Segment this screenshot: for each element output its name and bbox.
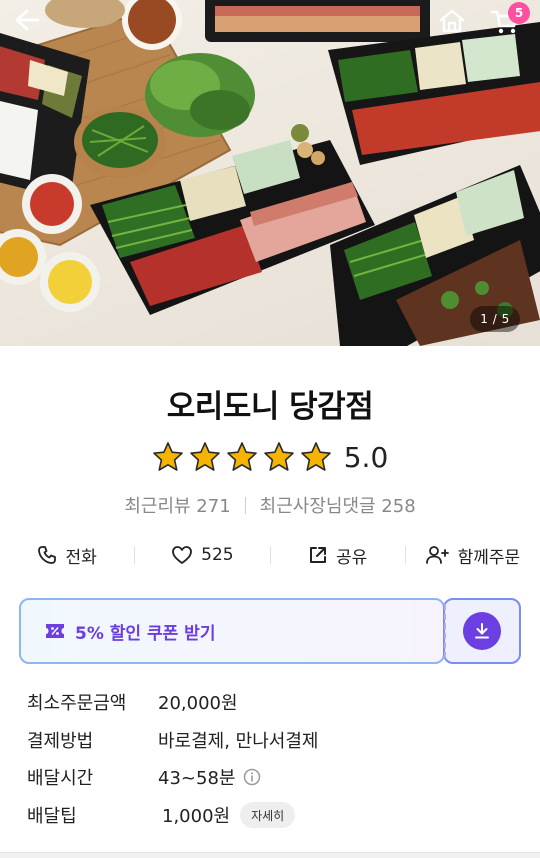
delivery-time-label: 배달시간 — [27, 768, 94, 789]
min-order-value: 20,000원 — [158, 693, 238, 714]
coupon-banner: 5% 할인 쿠폰 받기 — [19, 598, 521, 664]
like-button[interactable]: 525 — [135, 536, 269, 574]
payment-row: 결제방법 바로결제, 만나서결제 — [27, 724, 527, 756]
add-person-icon — [425, 546, 449, 564]
share-label: 공유 — [335, 547, 368, 568]
coupon-perforation — [444, 604, 446, 658]
delivery-tip-label: 배달팁 — [27, 806, 77, 827]
arrow-left-icon — [15, 9, 40, 31]
section-divider — [0, 852, 540, 858]
home-icon — [439, 9, 465, 33]
coupon-label: 5% 할인 쿠폰 받기 — [75, 623, 216, 644]
delivery-time-row: 배달시간 43~58분 — [27, 761, 527, 793]
payment-value: 바로결제, 만나서결제 — [158, 731, 319, 752]
chive-bowl — [74, 106, 166, 178]
action-bar: 전화 525 공유 함께주문 — [0, 536, 540, 574]
star-icon — [152, 442, 183, 471]
download-icon — [475, 623, 489, 639]
store-name: 오리도니 당감점 — [166, 389, 374, 425]
review-meta: 최근리뷰 271 최근사장님댓글 258 — [0, 492, 540, 518]
tray-top-center — [205, 0, 430, 42]
phone-icon — [38, 546, 57, 564]
rating-value: 5.0 — [343, 440, 389, 474]
delivery-time-value: 43~58분 — [158, 768, 236, 789]
back-button[interactable] — [14, 8, 52, 42]
recent-review-count[interactable]: 최근리뷰 271 — [124, 492, 230, 518]
cart-count-badge: 5 — [508, 2, 530, 24]
rating-stars — [152, 441, 332, 473]
discount-ticket-icon — [46, 624, 64, 638]
tray-top-right — [328, 22, 540, 165]
owner-reply-count[interactable]: 최근사장님댓글 258 — [260, 492, 416, 518]
star-icon — [226, 442, 257, 471]
star-icon — [189, 442, 220, 471]
group-order-button[interactable]: 함께주문 — [406, 536, 540, 574]
min-order-label: 최소주문금액 — [27, 693, 127, 714]
group-order-label: 함께주문 — [457, 547, 521, 568]
star-icon — [263, 442, 294, 471]
star-icon — [300, 442, 331, 471]
delivery-tip-row: 배달팁 1,000원 자세히 — [27, 799, 527, 831]
delivery-tip-value: 1,000원 — [162, 806, 231, 827]
image-page-counter: 1 / 5 — [470, 306, 520, 332]
divider — [244, 496, 246, 514]
hero-image[interactable]: 5 1 / 5 — [0, 0, 540, 346]
delivery-tip-detail-button[interactable]: 자세히 — [240, 802, 296, 828]
min-order-row: 최소주문금액 20,000원 — [27, 686, 527, 718]
share-button[interactable]: 공유 — [271, 536, 405, 574]
call-button[interactable]: 전화 — [0, 536, 134, 574]
home-button[interactable] — [438, 8, 472, 42]
coupon-button[interactable]: 5% 할인 쿠폰 받기 — [19, 598, 445, 664]
info-circle-icon[interactable] — [243, 768, 261, 786]
download-circle — [463, 612, 501, 650]
share-icon — [309, 547, 326, 563]
coupon-download-button[interactable] — [443, 598, 521, 664]
call-label: 전화 — [65, 547, 97, 568]
heart-icon — [172, 546, 193, 564]
lettuce — [145, 53, 255, 137]
payment-label: 결제방법 — [27, 731, 94, 752]
food-photo — [0, 0, 540, 346]
like-count: 525 — [201, 545, 234, 565]
rating-row: 5.0 — [0, 436, 540, 478]
